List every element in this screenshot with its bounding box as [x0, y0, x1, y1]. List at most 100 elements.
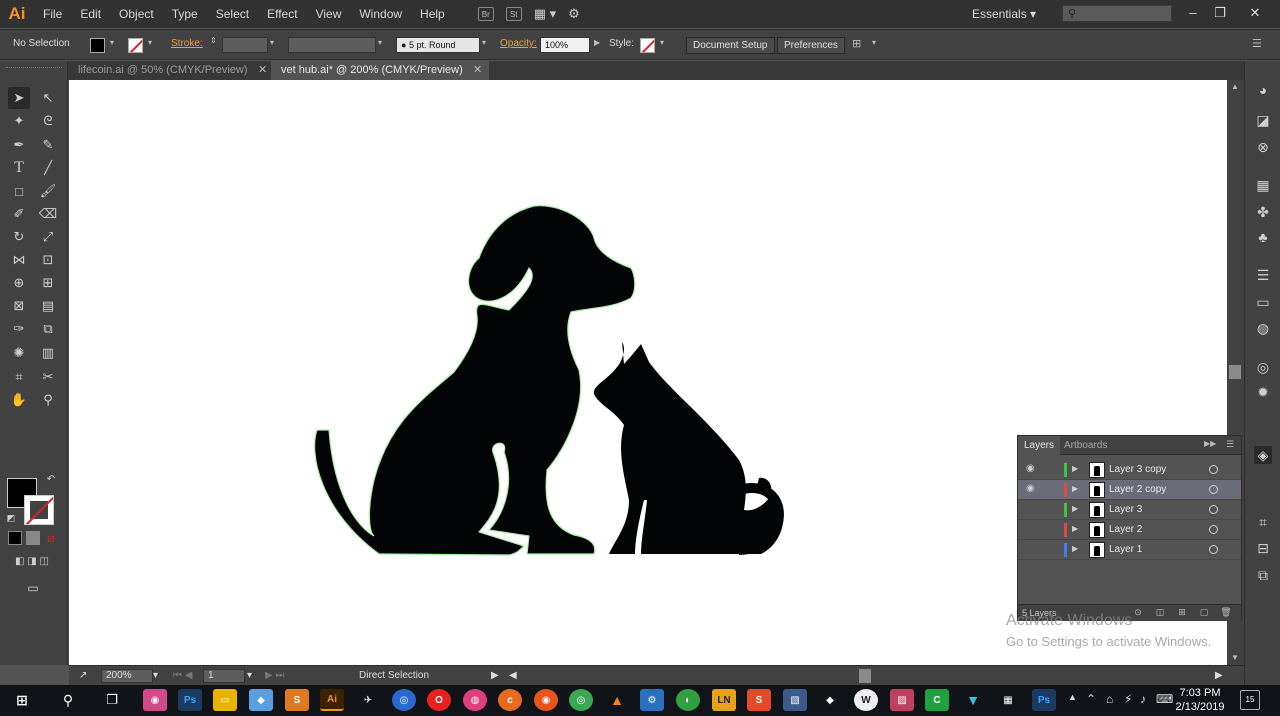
- color-mode-icon[interactable]: [8, 531, 22, 545]
- stroke-swatch[interactable]: [128, 38, 143, 53]
- tab-layers[interactable]: Layers: [1018, 436, 1061, 455]
- gradient-tool-icon[interactable]: ▤: [37, 295, 59, 317]
- gradient-mode-icon[interactable]: [26, 531, 40, 545]
- layer-row[interactable]: ▶ Layer 3: [1018, 500, 1241, 520]
- tab-vet-hub[interactable]: vet hub.ai* @ 200% (CMYK/Preview): [271, 61, 489, 80]
- minimize-button[interactable]: –: [1178, 0, 1208, 28]
- layers-panel-icon[interactable]: ◈: [1254, 446, 1272, 464]
- visibility-eye-icon[interactable]: ◉: [1026, 483, 1038, 494]
- new-layer-icon[interactable]: ▢: [1198, 607, 1210, 619]
- tab-close-icon[interactable]: ✕: [473, 61, 482, 80]
- expand-arrow-icon[interactable]: ▶: [1072, 544, 1078, 553]
- firefox-app-icon[interactable]: ◉: [534, 689, 558, 711]
- transparency-icon[interactable]: ◍: [1254, 319, 1272, 337]
- app-icon[interactable]: ▼: [961, 689, 985, 711]
- artboard-nav-prev-icon[interactable]: ⏮ ◀: [173, 670, 192, 681]
- control-bar-menu-icon[interactable]: ▾: [872, 38, 876, 47]
- slice-tool-icon[interactable]: ✂: [37, 366, 59, 388]
- opera-app-icon[interactable]: O: [427, 689, 451, 711]
- column-graph-tool-icon[interactable]: ▥: [37, 342, 59, 364]
- eraser-tool-icon[interactable]: ⌫: [37, 203, 59, 225]
- app-icon[interactable]: W: [854, 689, 878, 711]
- illustrator-logo[interactable]: Ai: [0, 0, 34, 28]
- type-tool-icon[interactable]: T: [8, 157, 30, 179]
- target-circle-icon[interactable]: [1209, 485, 1218, 494]
- style-swatch[interactable]: [640, 38, 655, 53]
- menu-effect[interactable]: Effect: [258, 0, 306, 28]
- line-tool-icon[interactable]: ╱: [37, 157, 59, 179]
- layer-row[interactable]: ▶ Layer 2: [1018, 520, 1241, 540]
- drawing-modes-icon[interactable]: ◧ ◨ ◫: [6, 554, 58, 568]
- scroll-right-icon[interactable]: ▶: [1215, 670, 1223, 681]
- app-icon[interactable]: C: [925, 689, 949, 711]
- menu-object[interactable]: Object: [110, 0, 163, 28]
- brush-definition[interactable]: ● 5 pt. Round: [396, 37, 480, 53]
- tab-artboards[interactable]: Artboards: [1058, 436, 1113, 455]
- preferences-button[interactable]: Preferences: [777, 37, 845, 54]
- app-icon[interactable]: ◐: [676, 689, 700, 711]
- stroke-weight-dropdown-icon[interactable]: ▾: [270, 38, 274, 47]
- swatches-icon[interactable]: ▦: [1254, 176, 1272, 194]
- layer-row[interactable]: ◉ ▶ Layer 2 copy: [1018, 480, 1241, 500]
- tray-scroll-icon[interactable]: ▲: [1068, 692, 1077, 702]
- tab-lifecoin[interactable]: lifecoin.ai @ 50% (CMYK/Preview): [68, 61, 268, 80]
- scroll-down-icon[interactable]: ▼: [1231, 653, 1239, 662]
- direct-selection-tool-icon[interactable]: ↖: [37, 87, 59, 109]
- scale-tool-icon[interactable]: ⤢: [37, 226, 59, 248]
- eyedropper-tool-icon[interactable]: ✑: [8, 318, 30, 340]
- cc-libraries-icon[interactable]: ⊗: [1254, 138, 1272, 156]
- mesh-tool-icon[interactable]: ⊠: [8, 295, 30, 317]
- lasso-tool-icon[interactable]: ᘓ: [37, 110, 59, 132]
- vertical-scroll-thumb[interactable]: [1229, 365, 1241, 379]
- menu-help[interactable]: Help: [411, 0, 454, 28]
- scroll-up-icon[interactable]: ▲: [1231, 82, 1239, 91]
- tray-app-icon[interactable]: ⌂: [1106, 692, 1113, 706]
- arrange-documents-icon[interactable]: ▦ ▾: [534, 6, 556, 22]
- menu-file[interactable]: File: [34, 0, 71, 28]
- app-icon[interactable]: ▨: [890, 689, 914, 711]
- graphic-styles-icon[interactable]: ✹: [1254, 383, 1272, 401]
- zoom-tool-icon[interactable]: ⚲: [37, 389, 59, 411]
- toolbar-grip[interactable]: [6, 67, 62, 69]
- search-input[interactable]: ⚲: [1062, 5, 1172, 22]
- chrome-app-icon[interactable]: ◎: [569, 689, 593, 711]
- rectangle-tool-icon[interactable]: □: [8, 180, 30, 202]
- hand-tool-icon[interactable]: ✋: [8, 389, 30, 411]
- zoom-dropdown-icon[interactable]: ▾: [153, 670, 158, 681]
- layer-name[interactable]: Layer 1: [1109, 544, 1142, 555]
- shape-builder-tool-icon[interactable]: ⊕: [8, 272, 30, 294]
- tray-chevron-icon[interactable]: ⌃: [1086, 692, 1096, 706]
- swap-fill-stroke-icon[interactable]: ↶: [44, 472, 58, 486]
- search-taskbar-icon[interactable]: ⚲: [56, 689, 80, 711]
- symbols-icon[interactable]: ♣: [1254, 228, 1272, 246]
- transform-icon[interactable]: ⌗: [1254, 513, 1272, 531]
- artboard-nav-next-icon[interactable]: ▶ ⏭: [265, 670, 284, 681]
- layer-row[interactable]: ▶ Layer 1: [1018, 540, 1241, 560]
- network-icon[interactable]: ⚡: [1124, 692, 1132, 706]
- gpu-performance-icon[interactable]: ⚙: [568, 6, 580, 22]
- illustrator-app-icon[interactable]: Ai: [320, 689, 344, 711]
- color-panel-icon[interactable]: ◕: [1254, 81, 1272, 99]
- visibility-eye-icon[interactable]: ◉: [1026, 463, 1038, 474]
- horizontal-scroll-thumb[interactable]: [859, 669, 871, 683]
- target-circle-icon[interactable]: [1209, 505, 1218, 514]
- expand-arrow-icon[interactable]: ▶: [1072, 464, 1078, 473]
- tab-close-icon[interactable]: ✕: [258, 61, 267, 80]
- style-dropdown-icon[interactable]: ▾: [660, 38, 664, 47]
- clipping-mask-icon[interactable]: ◫: [1154, 607, 1166, 619]
- rotate-tool-icon[interactable]: ↻: [8, 226, 30, 248]
- zoom-field[interactable]: 200%: [101, 669, 153, 683]
- menu-edit[interactable]: Edit: [71, 0, 110, 28]
- app-icon[interactable]: c: [498, 689, 522, 711]
- screen-mode-icon[interactable]: ▭: [22, 577, 44, 599]
- volume-icon[interactable]: ♪: [1140, 692, 1146, 706]
- blend-tool-icon[interactable]: ⧉: [37, 318, 59, 340]
- default-fill-stroke-icon[interactable]: ◩: [4, 511, 18, 525]
- stock-icon[interactable]: St: [505, 7, 522, 21]
- s-app-icon[interactable]: S: [747, 689, 771, 711]
- new-sublayer-icon[interactable]: ⊞: [1176, 607, 1188, 619]
- layer-name[interactable]: Layer 2: [1109, 524, 1142, 535]
- artboard-dropdown-icon[interactable]: ▾: [247, 670, 252, 681]
- layer-name[interactable]: Layer 3: [1109, 504, 1142, 515]
- width-tool-icon[interactable]: ⋈: [8, 249, 30, 271]
